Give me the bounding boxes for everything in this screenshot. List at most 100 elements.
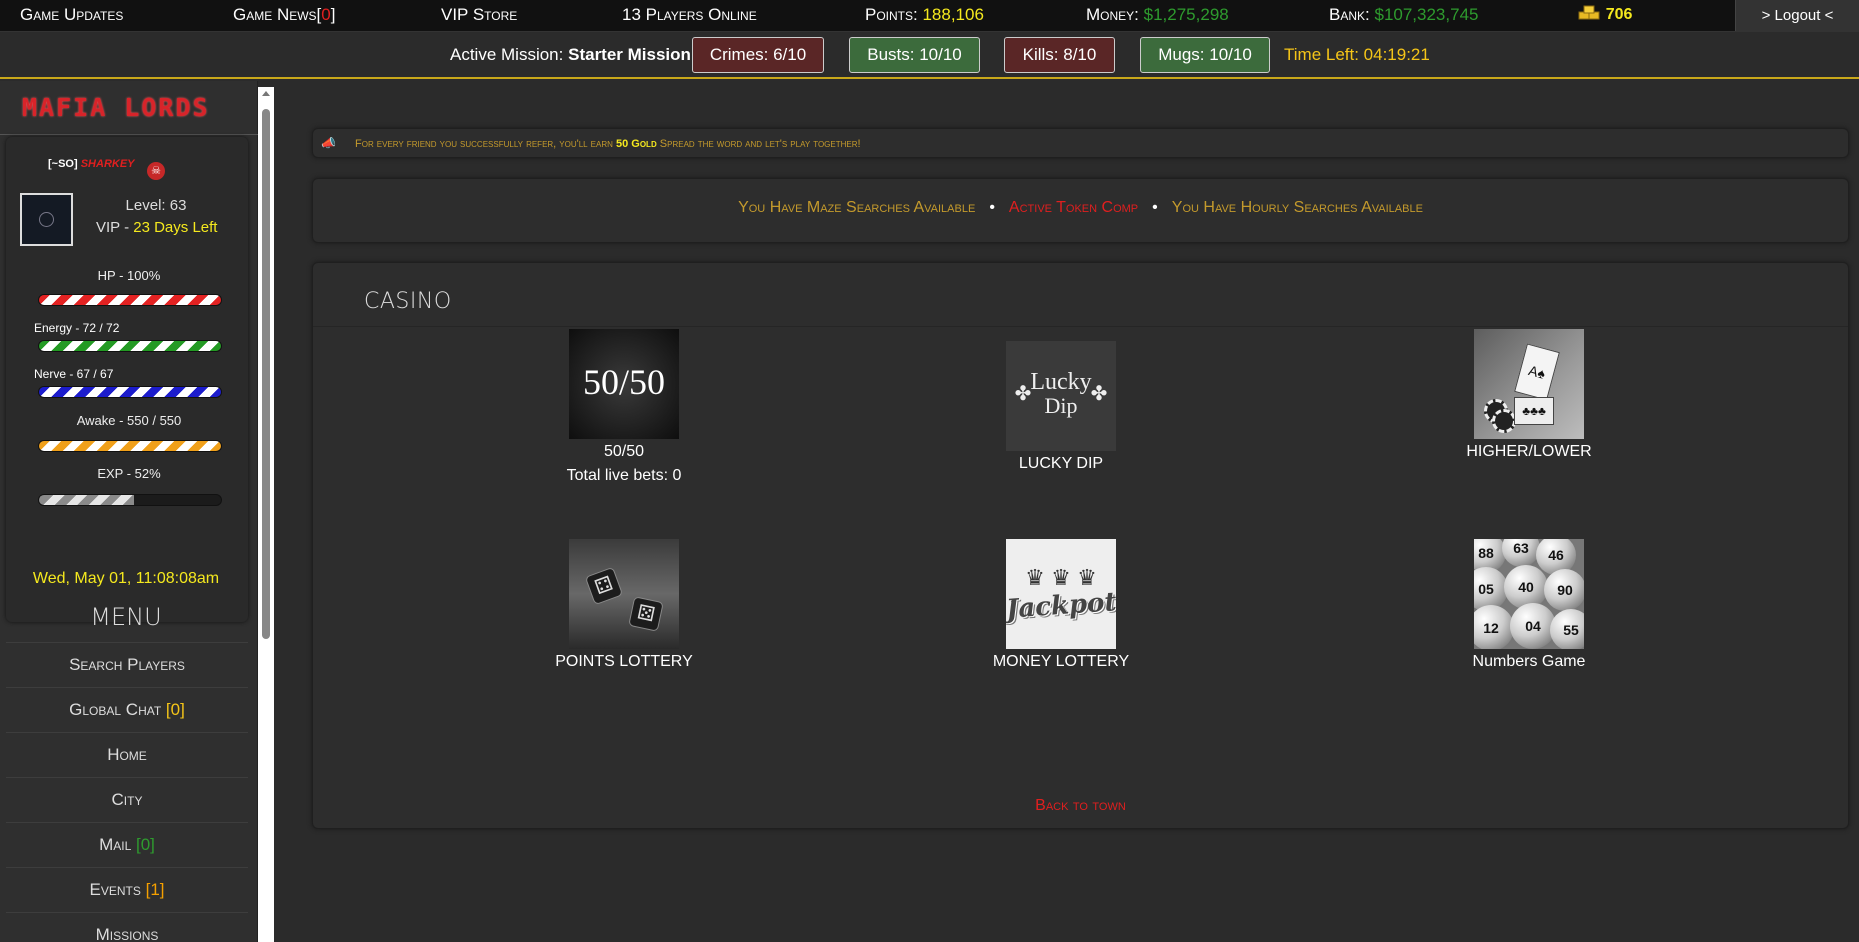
hp-bar <box>38 294 222 306</box>
game-numbers[interactable]: 88 63 46 05 40 90 12 04 55 Numbers Game <box>1459 539 1599 671</box>
lottery-ball-icon: 04 <box>1510 603 1556 649</box>
megaphone-icon: 📣 <box>321 136 336 150</box>
player-level: Level: 63 <box>125 197 187 214</box>
money-lottery-label[interactable]: MONEY LOTTERY <box>991 653 1131 671</box>
vip-status: VIP - 23 Days Left <box>96 219 218 236</box>
bank-value: $107,323,745 <box>1374 5 1479 24</box>
game-fifty-fifty[interactable]: 50/50 50/50 Total live bets: 0 <box>554 329 694 485</box>
casino-title: CASINO <box>364 289 452 314</box>
higher-lower-label[interactable]: HIGHER/LOWER <box>1459 443 1599 461</box>
mugs-progress[interactable]: Mugs: 10/10 <box>1140 37 1270 73</box>
poker-chip-icon <box>1492 409 1516 433</box>
scroll-up-icon[interactable] <box>262 91 270 96</box>
logout-button[interactable]: > Logout < <box>1735 0 1859 31</box>
points-label: Points: <box>865 5 918 24</box>
lucky-dip-label[interactable]: LUCKY DIP <box>991 455 1131 473</box>
nerve-bar <box>38 386 222 398</box>
mail-label: Mail <box>99 835 132 854</box>
sidebar-scrollbar[interactable] <box>258 87 274 942</box>
busts-progress[interactable]: Busts: 10/10 <box>849 37 980 73</box>
hp-label: HP - 100% <box>97 268 161 283</box>
logo-text: MAFIA LORDS <box>22 93 210 122</box>
game-news-label: Game News[ <box>233 5 322 24</box>
game-lucky-dip[interactable]: Lucky Dip ✤ ✤ LUCKY DIP <box>991 341 1131 473</box>
points-lottery-image[interactable]: ⚃ ⚄ <box>569 539 679 649</box>
playing-card-icon: A♠ <box>1514 343 1560 401</box>
awake-label: Awake - 550 / 550 <box>76 413 182 428</box>
events-count: [1] <box>145 880 165 899</box>
bank-link[interactable]: Bank: $107,323,745 <box>1329 5 1478 25</box>
gang-tag: [~SO] <box>48 158 78 170</box>
username: SHARKEY <box>80 158 135 170</box>
points-display: Points: 188,106 <box>865 5 984 25</box>
back-to-town-link[interactable]: Back to town <box>313 797 1848 815</box>
gold-value: 706 <box>1605 6 1633 23</box>
exp-bar <box>38 494 222 506</box>
fifty-fifty-label[interactable]: 50/50 <box>554 443 694 461</box>
avatar[interactable] <box>20 193 73 246</box>
player-name[interactable]: [~SO] SHARKEY <box>48 158 135 170</box>
mission-name[interactable]: Starter Mission <box>568 45 691 64</box>
hourly-searches-link[interactable]: You Have Hourly Searches Available <box>1172 199 1423 216</box>
scrollbar-thumb[interactable] <box>262 109 270 639</box>
higher-lower-image[interactable]: A♠ ♣♣♣ <box>1474 329 1584 439</box>
token-comp-link[interactable]: Active Token Comp <box>1009 199 1138 216</box>
game-points-lottery[interactable]: ⚃ ⚄ POINTS LOTTERY <box>554 539 694 671</box>
lucky-dip-image[interactable]: Lucky Dip ✤ ✤ <box>1006 341 1116 451</box>
events-label: Events <box>89 880 141 899</box>
crown-icon: ♛ <box>1025 565 1045 590</box>
jackpot-image-text: Jackpot <box>1006 587 1116 625</box>
numbers-game-label[interactable]: Numbers Game <box>1459 653 1599 671</box>
money-lottery-image[interactable]: ♛ ♛ ♛ Jackpot <box>1006 539 1116 649</box>
clover-icon: ✤ <box>1090 383 1108 405</box>
menu-item-city[interactable]: City <box>6 777 248 822</box>
menu-item-global-chat[interactable]: Global Chat [0] <box>6 687 248 732</box>
game-updates-link[interactable]: Game Updates <box>20 5 123 25</box>
menu-item-missions[interactable]: Missions <box>6 912 248 942</box>
points-lottery-label[interactable]: POINTS LOTTERY <box>554 653 694 671</box>
referral-text-start: For every friend you successfully refer,… <box>355 138 613 150</box>
lottery-ball-icon: 12 <box>1474 605 1514 649</box>
crown-icon: ♛ <box>1051 565 1071 590</box>
vip-label: VIP - <box>96 219 130 236</box>
logo[interactable]: MAFIA LORDS <box>0 81 258 135</box>
game-news-count: 0 <box>321 5 331 24</box>
menu-item-mail[interactable]: Mail [0] <box>6 822 248 867</box>
menu-item-home[interactable]: Home <box>6 732 248 777</box>
global-chat-label: Global Chat <box>69 700 162 719</box>
separator-dot: • <box>989 199 995 216</box>
alerts-panel: You Have Maze Searches Available • Active … <box>312 178 1849 243</box>
game-higher-lower[interactable]: A♠ ♣♣♣ HIGHER/LOWER <box>1459 329 1599 461</box>
maze-searches-link[interactable]: You Have Maze Searches Available <box>738 199 975 216</box>
nerve-label: Nerve - 67 / 67 <box>34 367 114 381</box>
game-news-bracket: ] <box>330 5 336 24</box>
skull-icon: ☠ <box>147 162 165 180</box>
lottery-ball-icon: 63 <box>1502 539 1540 567</box>
numbers-game-image[interactable]: 88 63 46 05 40 90 12 04 55 <box>1474 539 1584 649</box>
energy-bar <box>38 340 222 352</box>
user-icon <box>39 212 54 227</box>
menu-title: MENU <box>90 603 162 631</box>
playing-card-icon: ♣♣♣ <box>1514 397 1554 425</box>
crown-icon: ♛ <box>1077 565 1097 590</box>
separator-dot: • <box>1152 199 1158 216</box>
dice-icon: ⚃ <box>584 566 624 606</box>
referral-notice: 📣 For every friend you successfully refe… <box>312 128 1849 158</box>
lottery-ball-icon: 90 <box>1544 569 1584 611</box>
fifty-fifty-image[interactable]: 50/50 <box>569 329 679 439</box>
players-online-link[interactable]: 13 Players Online <box>622 5 757 25</box>
divider <box>313 326 1848 327</box>
game-news-link[interactable]: Game News[0] <box>233 5 336 25</box>
energy-label: Energy - 72 / 72 <box>34 321 120 335</box>
kills-progress[interactable]: Kills: 8/10 <box>1004 37 1115 73</box>
menu-item-events[interactable]: Events [1] <box>6 867 248 912</box>
crimes-progress[interactable]: Crimes: 6/10 <box>692 37 824 73</box>
vip-store-link[interactable]: VIP Store <box>441 5 517 25</box>
money-display: Money: $1,275,298 <box>1086 5 1229 25</box>
gold-display[interactable]: 706 <box>1577 4 1632 24</box>
menu-item-search-players[interactable]: Search Players <box>6 642 248 687</box>
points-value: 188,106 <box>922 5 984 24</box>
vip-days: 23 Days Left <box>133 219 218 236</box>
top-bar: Game Updates Game News[0] VIP Store 13 P… <box>0 0 1859 32</box>
game-money-lottery[interactable]: ♛ ♛ ♛ Jackpot MONEY LOTTERY <box>991 539 1131 671</box>
